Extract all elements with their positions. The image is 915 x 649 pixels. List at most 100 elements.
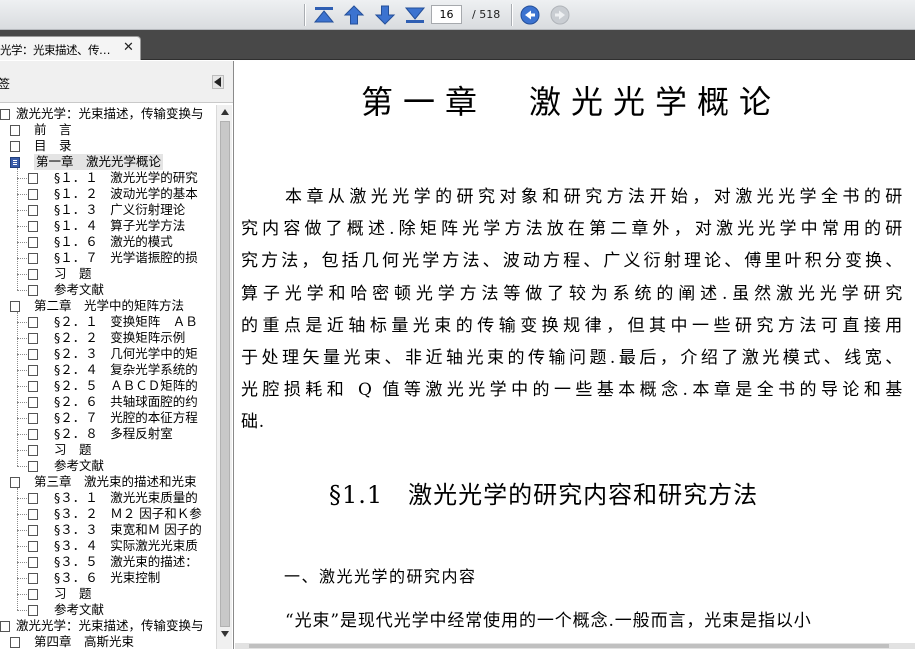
bookmark-item[interactable]: §１．７ 光学谐振腔的损 <box>0 250 216 266</box>
bookmark-item[interactable]: §２．２ 变换矩阵示例 <box>0 330 216 346</box>
bookmark-page-icon <box>28 461 38 472</box>
bookmark-page-icon <box>28 221 38 232</box>
back-button[interactable] <box>518 3 542 27</box>
bookmark-page-selected-icon <box>10 157 20 168</box>
bookmark-item[interactable]: 参考文献 <box>0 282 216 298</box>
bookmark-item[interactable]: §１．２ 波动光学的基本 <box>0 186 216 202</box>
bookmark-item-label: 习 题 <box>54 442 92 457</box>
bookmark-item[interactable]: §２．３ 几何光学中的矩 <box>0 346 216 362</box>
bookmark-tree: 激光光学：光束描述，传输变换与前 言目 录第一章 激光光学概论 §１．１ 激光光学… <box>0 105 216 649</box>
forward-arrow-icon <box>550 5 570 25</box>
scrollbar-thumb[interactable] <box>220 121 230 627</box>
bookmark-item[interactable]: §２．５ ＡＢＣＤ矩阵的 <box>0 378 216 394</box>
tree-connector <box>17 402 27 403</box>
bookmark-item-label: §１．２ 波动光学的基本 <box>54 186 198 201</box>
tree-connector <box>17 178 27 179</box>
bookmark-item-label: 参考文献 <box>54 602 105 617</box>
bookmark-item-label: 第三章 激光束的描述和光束 <box>34 474 197 489</box>
bookmark-item-label: §３．４ 实际激光光束质 <box>54 538 198 553</box>
bookmark-item[interactable]: §１．４ 算子光学方法 <box>0 218 216 234</box>
bookmark-item[interactable]: 习 题 <box>0 442 216 458</box>
page-number-input[interactable] <box>431 5 462 24</box>
collapse-panel-button[interactable] <box>212 75 224 89</box>
bookmark-item[interactable]: 第四章 高斯光束 <box>0 634 216 649</box>
close-tab-icon[interactable]: ✕ <box>123 40 134 56</box>
bookmark-item[interactable]: 目 录 <box>0 138 216 154</box>
bookmark-item[interactable]: §２．６ 共轴球面腔的约 <box>0 394 216 410</box>
bookmark-item[interactable]: 习 题 <box>0 266 216 282</box>
bookmark-page-icon <box>28 285 38 296</box>
bookmark-item-label: §２．７ 光腔的本征方程 <box>54 410 198 425</box>
bookmark-item-label: §２．６ 共轴球面腔的约 <box>54 394 198 409</box>
toolbar-separator <box>511 4 512 26</box>
bookmark-item[interactable]: 激光光学：光束描述，传输变换与 <box>0 106 216 122</box>
bookmark-tree-scrollbar[interactable] <box>216 105 232 649</box>
first-page-icon <box>313 7 335 23</box>
bookmark-page-icon <box>28 493 38 504</box>
bookmark-item[interactable]: §３．６ 光束控制 <box>0 570 216 586</box>
scroll-down-arrow-icon[interactable] <box>217 631 233 641</box>
bookmark-item[interactable]: 参考文献 <box>0 458 216 474</box>
back-arrow-icon <box>520 5 540 25</box>
bookmark-item[interactable]: §２．１ 变换矩阵 ＡＢ <box>0 314 216 330</box>
bookmark-page-icon <box>28 205 38 216</box>
horizontal-scrollbar-thumb[interactable] <box>249 644 889 648</box>
bookmark-item[interactable]: §１．３ 广义衍射理论 <box>0 202 216 218</box>
bookmark-item[interactable]: §３．１ 激光光束质量的 <box>0 490 216 506</box>
bookmark-item[interactable]: 前 言 <box>0 122 216 138</box>
bookmark-page-icon <box>28 573 38 584</box>
bookmark-page-icon <box>28 509 38 520</box>
tree-connector <box>17 258 27 259</box>
forward-button[interactable] <box>548 3 572 27</box>
horizontal-scrollbar[interactable] <box>235 643 915 649</box>
bookmark-item[interactable]: §２．４ 复杂光学系统的 <box>0 362 216 378</box>
tree-connector <box>17 226 27 227</box>
bookmark-item-label: §１．４ 算子光学方法 <box>54 218 186 233</box>
bookmark-item-label: 前 言 <box>34 122 72 137</box>
bookmarks-panel-header: 签 <box>0 61 233 103</box>
document-tab-label: 光学：光束描述、传… <box>0 43 111 57</box>
bookmark-item[interactable]: §１．１ 激光光学的研究 <box>0 170 216 186</box>
bookmark-page-icon <box>28 317 38 328</box>
tree-connector <box>17 498 27 499</box>
next-page-button[interactable] <box>373 3 397 27</box>
bookmark-item[interactable]: §３．３ 束宽和Ｍ 因子的 <box>0 522 216 538</box>
bookmark-page-icon <box>10 125 20 136</box>
bookmark-item[interactable]: §２．７ 光腔的本征方程 <box>0 410 216 426</box>
bookmark-page-icon <box>28 445 38 456</box>
bookmark-item[interactable]: 参考文献 <box>0 602 216 618</box>
page-count-label: / 518 <box>472 8 501 21</box>
bookmark-item-label: §１．１ 激光光学的研究 <box>54 170 198 185</box>
bookmark-item[interactable]: §２．８ 多程反射室 <box>0 426 216 442</box>
scroll-up-arrow-icon[interactable] <box>217 109 233 119</box>
bookmark-page-icon <box>10 637 20 648</box>
bookmark-item[interactable]: §３．２ Ｍ２ 因子和Ｋ参 <box>0 506 216 522</box>
bookmark-item[interactable]: §３．４ 实际激光光束质 <box>0 538 216 554</box>
bookmark-item[interactable]: 习 题 <box>0 586 216 602</box>
bookmark-page-icon <box>10 141 20 152</box>
bookmark-item[interactable]: §３．５ 激光束的描述： <box>0 554 216 570</box>
bookmark-item[interactable]: 第一章 激光光学概论 <box>0 154 216 170</box>
body-paragraph: “光束”是现代光学中经常使用的一个概念.一般而言，光束是指以小 <box>285 611 812 631</box>
bookmark-item[interactable]: 第二章 光学中的矩阵方法 <box>0 298 216 314</box>
paragraph-line: 础. <box>241 412 265 433</box>
document-tab[interactable]: 光学：光束描述、传… ✕ <box>0 36 141 60</box>
last-page-button[interactable] <box>403 3 427 27</box>
previous-page-button[interactable] <box>342 3 366 27</box>
bookmarks-panel-title: 签 <box>0 77 11 91</box>
paragraph-line: 算子光学和哈密顿光学方法等做了较为系统的阐述.虽然激光光学研究 <box>241 283 903 304</box>
bookmark-page-icon <box>28 429 38 440</box>
bookmark-item[interactable]: §１．６ 激光的模式 <box>0 234 216 250</box>
bookmark-item[interactable]: 第三章 激光束的描述和光束 <box>0 474 216 490</box>
bookmark-item-label: 习 题 <box>54 266 92 281</box>
bookmark-page-icon <box>28 365 38 376</box>
tree-connector <box>17 194 27 195</box>
bookmark-item-label: §２．３ 几何光学中的矩 <box>54 346 198 361</box>
bookmark-item-label: 激光光学：光束描述，传输变换与 <box>16 106 204 121</box>
bookmark-item[interactable]: 激光光学：光束描述，传输变换与 <box>0 618 216 634</box>
bookmark-item-label: §２．８ 多程反射室 <box>54 426 173 441</box>
bookmark-page-icon <box>28 173 38 184</box>
bookmark-page-icon <box>28 589 38 600</box>
first-page-button[interactable] <box>312 3 336 27</box>
arrow-up-icon <box>343 5 365 25</box>
